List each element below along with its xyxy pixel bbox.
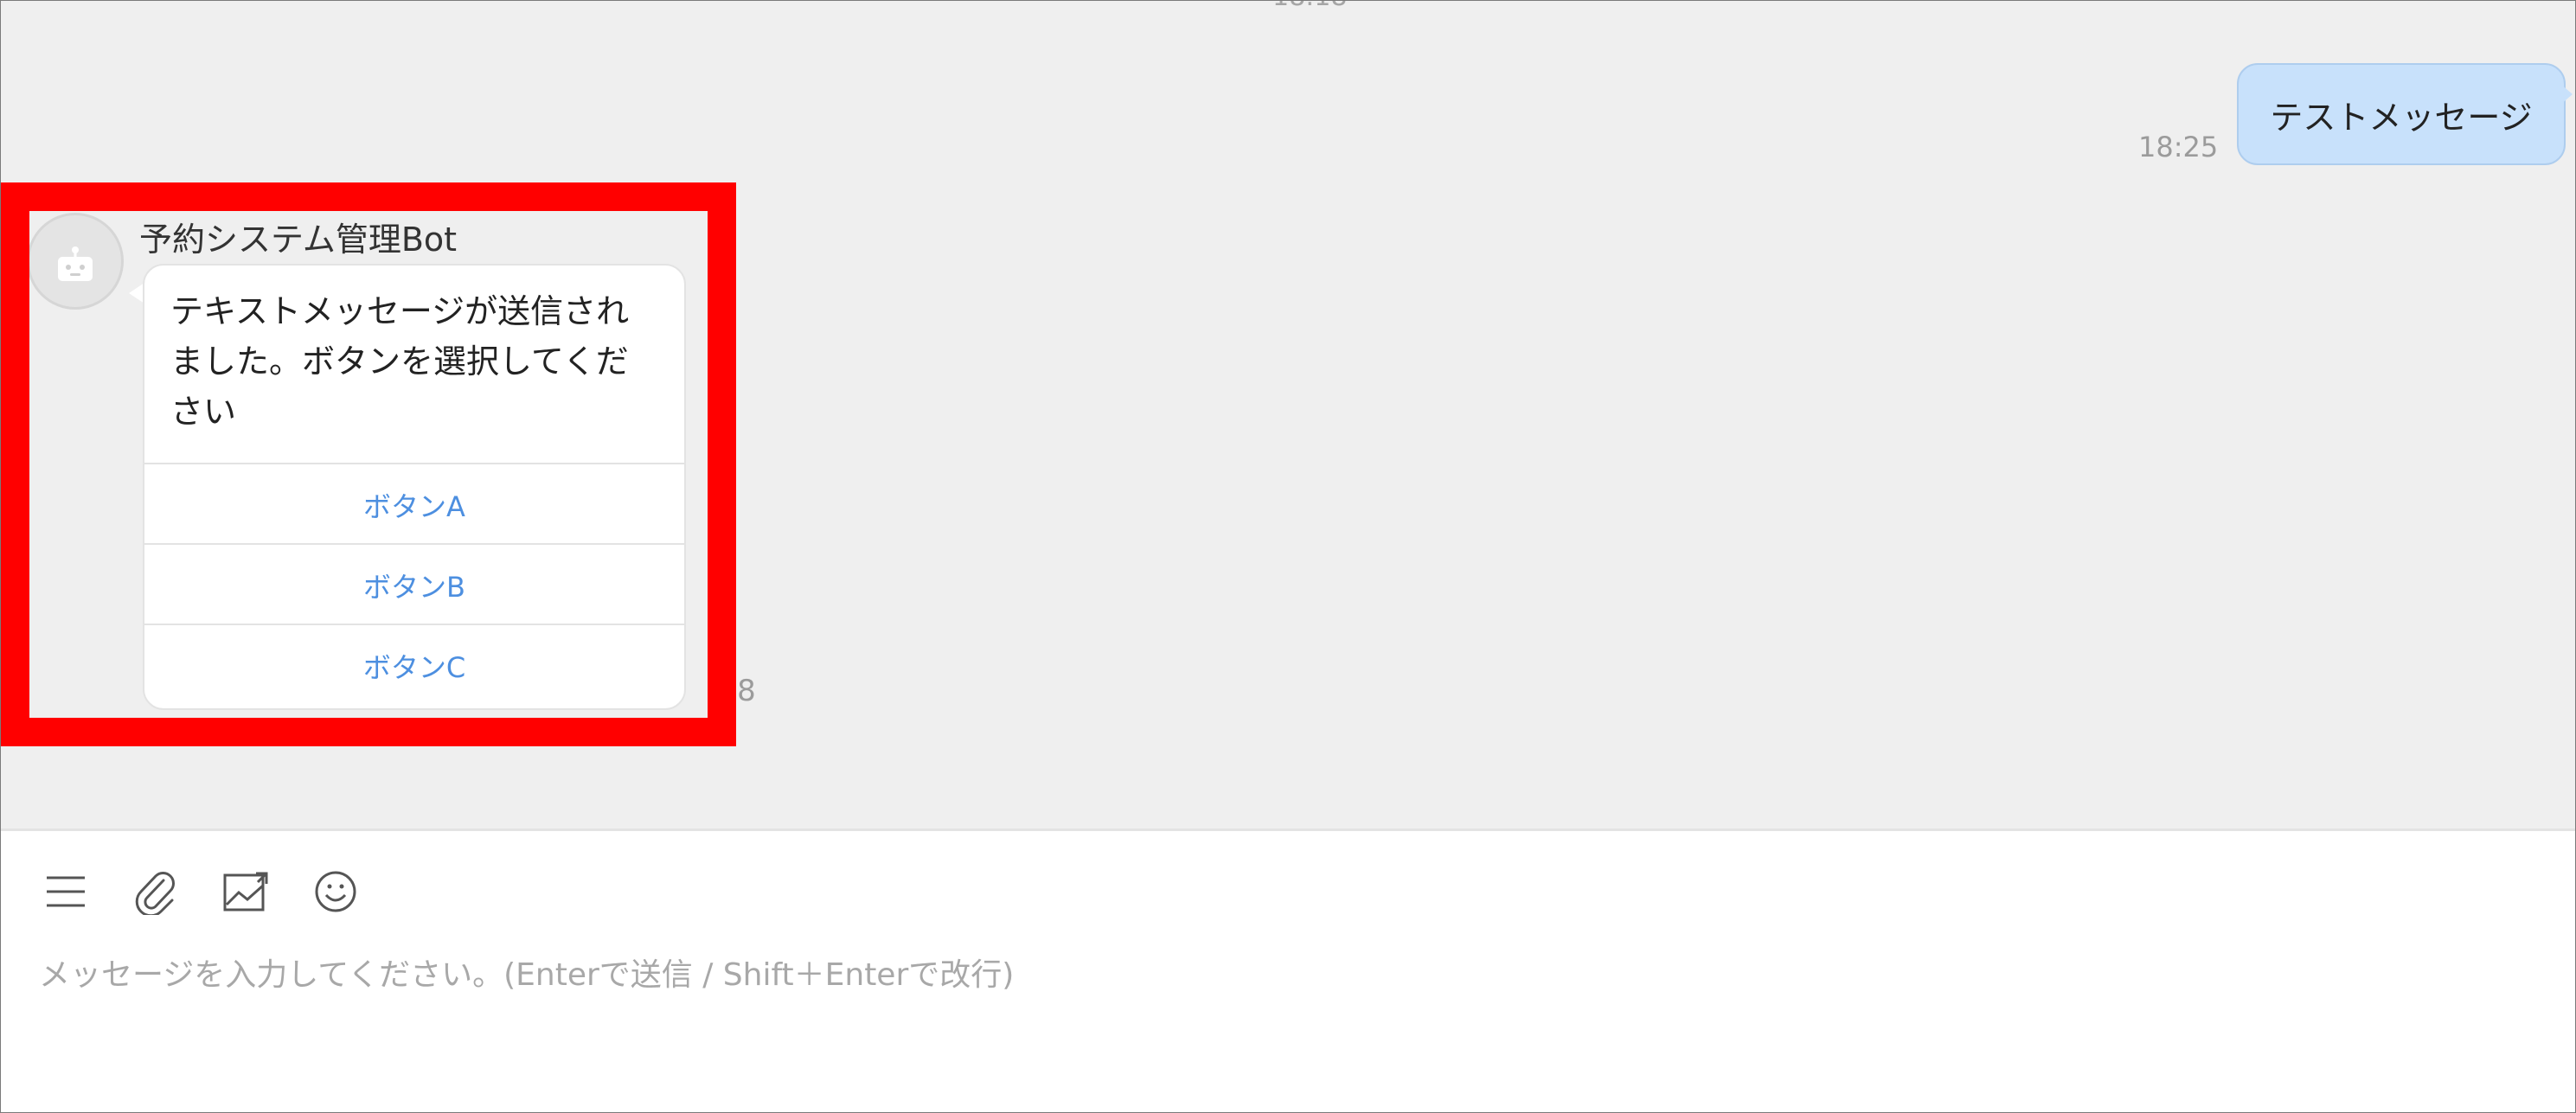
robot-icon [58,246,93,281]
chat-window: 18:18 テストメッセージ 18:25 予約システム管理Bot テキストメッセ… [0,0,2576,1113]
option-button-c[interactable]: ボタンC [144,624,684,706]
option-button-b[interactable]: ボタンB [144,543,684,625]
incoming-message-time: :28 [708,674,756,708]
menu-icon [47,876,85,907]
bot-message-text: テキストメッセージが送信され ました。ボタンを選択してくだ さい [170,292,630,431]
outgoing-message-bubble: テストメッセージ [2237,63,2566,165]
emoji-icon [315,871,356,912]
emoji-button[interactable] [305,861,366,922]
option-button-b-label: ボタンB [363,570,465,604]
outgoing-bubble-tail [2560,84,2573,105]
bot-sender-name: 予約システム管理Bot [139,221,458,259]
outgoing-message-time: 18:25 [2138,131,2219,163]
composer-toolbar [35,861,395,922]
bot-avatar[interactable] [27,213,124,310]
option-button-c-label: ボタンC [362,650,466,684]
composer-divider [1,828,2575,831]
paperclip-icon [135,872,175,915]
bot-button-template-card: テキストメッセージが送信され ました。ボタンを選択してくだ さい ボタンA ボタ… [143,264,686,710]
previous-timestamp: 18:18 [1272,1,1347,12]
attach-file-button[interactable] [125,861,186,922]
outgoing-message-text: テストメッセージ [2270,98,2533,137]
message-list[interactable]: 18:18 テストメッセージ 18:25 予約システム管理Bot テキストメッセ… [1,1,2575,828]
option-button-a-label: ボタンA [363,489,465,523]
menu-button[interactable] [35,861,96,922]
message-input[interactable] [39,949,2530,1001]
send-image-button[interactable] [215,861,276,922]
image-icon [223,872,268,912]
option-button-a[interactable]: ボタンA [144,463,684,545]
